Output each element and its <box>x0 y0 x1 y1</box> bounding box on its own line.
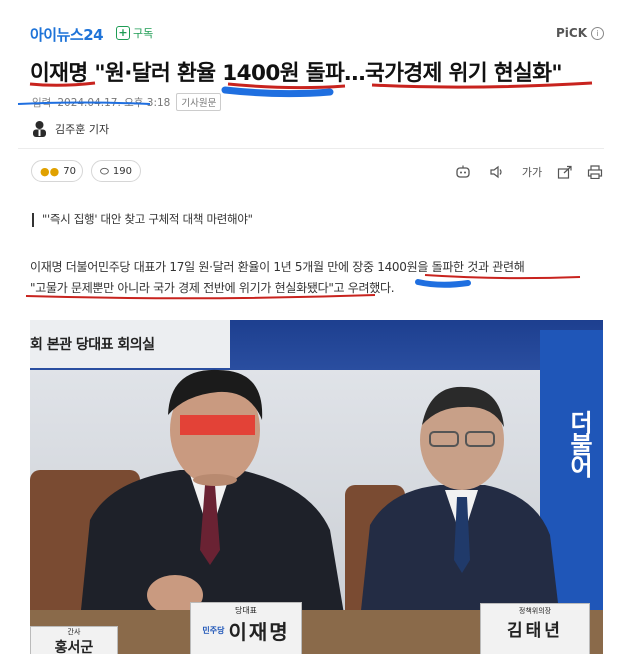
robot-summary-icon[interactable] <box>454 163 472 181</box>
speaker-icon[interactable] <box>488 163 506 181</box>
speaker-person <box>80 369 345 620</box>
reaction-button[interactable]: ●● 70 <box>31 160 83 182</box>
comment-count: 190 <box>112 165 132 177</box>
emoji-icon: ●● <box>40 164 60 178</box>
divider <box>18 148 604 149</box>
nameplate-lee: 당대표 민주당 이재명 <box>190 602 302 654</box>
blue-highlight-headline <box>221 86 334 98</box>
reaction-count: 70 <box>63 165 76 177</box>
quote-bar <box>32 213 34 227</box>
font-size-button[interactable]: 가가 <box>519 163 545 181</box>
nameplate-kim-name: 김태년 <box>507 621 563 641</box>
plus-icon: + <box>116 26 130 40</box>
original-article-button[interactable]: 기사원문 <box>176 93 222 111</box>
article-headline: 이재명 "원·달러 환율 1400원 돌파…국가경제 위기 현실화" <box>30 61 563 86</box>
pick-badge[interactable]: PiCK i <box>556 26 605 40</box>
article-subtitle: "'즉시 집행' 대안 찾고 구체적 대책 마련해야" <box>42 212 253 226</box>
party-flag-text: 더불어 <box>565 410 593 476</box>
pick-label: PiCK <box>556 26 588 40</box>
print-icon[interactable] <box>586 163 604 181</box>
publish-date: 2024.04.17. 오후 3:18 <box>57 96 171 109</box>
underline-body1 <box>424 274 581 280</box>
nameplate-kim: 정책위의장 김태년 <box>480 603 590 654</box>
subscribe-label: 구독 <box>133 27 154 40</box>
article-photo: 회 본관 당대표 회의실 더불어 당대표 민주당 이재명 정책위의장 김태년 간… <box>30 320 603 654</box>
nameplate-lee-name: 이재명 <box>228 620 290 644</box>
article-meta: 입력 2024.04.17. 오후 3:18 기사원문 <box>32 93 222 111</box>
nameplate-far-left-name: 홍서군 <box>54 640 94 654</box>
subscribe-button[interactable]: + 구독 <box>116 25 153 41</box>
date-label: 입력 <box>32 96 52 109</box>
comment-icon <box>100 167 109 174</box>
blue-highlight-body <box>415 279 471 288</box>
site-logo[interactable]: 아이뉴스24 <box>30 24 104 45</box>
nameplate-kim-role: 정책위의장 <box>518 607 552 615</box>
share-icon[interactable] <box>556 163 574 181</box>
nameplate-lee-role: 당대표 <box>234 606 258 615</box>
nameplate-left-edge: 간사 홍서군 <box>30 626 118 654</box>
comment-button[interactable]: 190 <box>91 160 141 182</box>
nameplate-lee-party: 민주당 <box>202 626 225 635</box>
info-icon: i <box>591 26 605 40</box>
body-paragraph-line1: 이재명 더불어민주당 대표가 17일 원·달러 환율이 1년 5개월 만에 장중… <box>30 260 525 274</box>
nameplate-far-left-role: 간사 <box>67 628 81 636</box>
seated-person <box>360 386 560 620</box>
author-name: 김주훈 기자 <box>55 122 110 136</box>
author-row[interactable]: 김주훈 기자 <box>32 120 109 137</box>
author-avatar-icon <box>33 121 46 137</box>
body-paragraph-line2: "고물가 문제뿐만 아니라 국가 경제 전반에 위기가 현실화됐다"고 우려했다… <box>30 281 395 295</box>
